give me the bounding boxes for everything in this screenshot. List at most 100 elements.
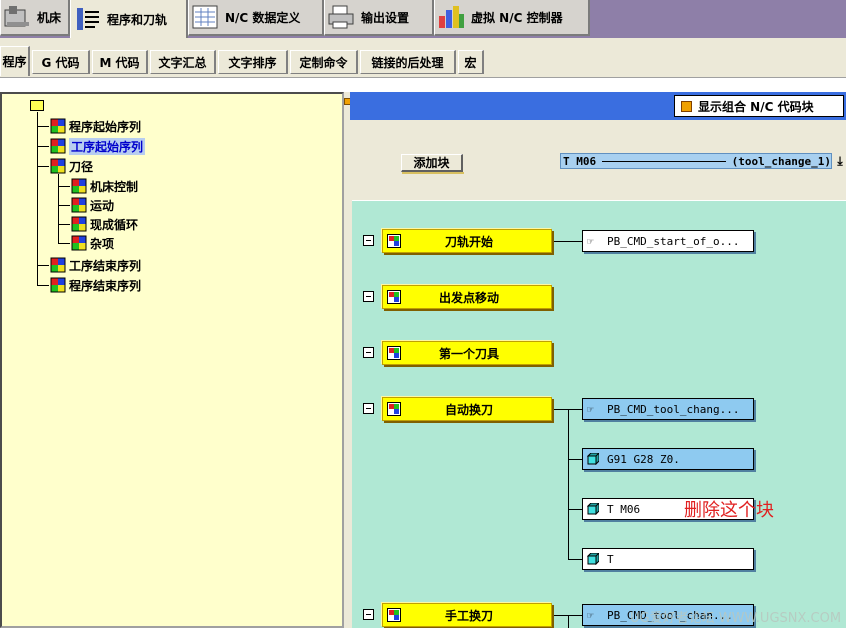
tab-label: 文字排序 <box>228 55 277 70</box>
tree-connector <box>37 146 49 147</box>
tab-label: 机床 <box>37 10 62 25</box>
block-text: PB_CMD_start_of_o... <box>607 234 740 248</box>
tree-item-label: 现成循环 <box>90 217 139 232</box>
block-text: G91 G28 Z0. <box>607 452 680 466</box>
checkbox-icon <box>681 100 692 112</box>
tree-item-operation-end[interactable]: 工序结束序列 <box>50 256 141 274</box>
block-cube-icon <box>586 551 601 566</box>
tree-connector <box>37 166 49 167</box>
machine-tool-icon <box>3 4 31 30</box>
tree-item-program-end[interactable]: 程序结束序列 <box>50 276 141 294</box>
tree-item-label: 工序结束序列 <box>69 258 142 273</box>
tab-g-code[interactable]: G 代码 <box>32 50 90 74</box>
tab-label: N/C 数据定义 <box>225 10 301 25</box>
nc-data-icon <box>191 4 219 30</box>
tab-custom-command[interactable]: 定制命令 <box>290 50 358 74</box>
tree-connector <box>58 243 70 244</box>
cube-icon <box>71 197 87 213</box>
tab-linked-posts[interactable]: 链接的后处理 <box>360 50 456 74</box>
tree-item-canned-cycles[interactable]: 现成循环 <box>71 215 138 233</box>
event-start-of-path[interactable]: 刀轨开始 <box>382 229 552 253</box>
hand-pointer-icon: ☞ <box>587 403 594 416</box>
tree-item-label: 运动 <box>90 198 115 213</box>
tab-label: 虚拟 N/C 控制器 <box>471 10 563 25</box>
tab-label: 输出设置 <box>361 10 410 25</box>
event-label: 手工换刀 <box>444 608 493 623</box>
event-icon <box>387 346 401 360</box>
tree-item-label: 工序起始序列 <box>69 137 146 155</box>
tab-nc-data[interactable]: N/C 数据定义 <box>188 0 324 36</box>
event-manual-tool-change[interactable]: 手工换刀 <box>382 603 552 627</box>
collapse-toggle[interactable] <box>363 347 374 358</box>
tree-item-motion[interactable]: 运动 <box>71 196 114 214</box>
block-text: T <box>607 552 614 566</box>
event-label: 自动换刀 <box>444 402 493 417</box>
tab-label: 程序和刀轨 <box>107 12 168 27</box>
hand-pointer-icon: ☞ <box>587 235 594 248</box>
connector-line <box>568 615 569 628</box>
tree-item-miscellaneous[interactable]: 杂项 <box>71 234 114 252</box>
tab-machine-tool[interactable]: 机床 <box>0 0 70 36</box>
separator-line <box>602 160 726 162</box>
event-first-tool[interactable]: 第一个刀具 <box>382 341 552 365</box>
tree-connector <box>37 285 49 286</box>
tab-word-summary[interactable]: 文字汇总 <box>150 50 216 74</box>
tree-connector <box>37 126 49 127</box>
tab-m-code[interactable]: M 代码 <box>92 50 148 74</box>
tree-item-toolpath[interactable]: 刀径 <box>50 157 93 175</box>
block-select-dropdown[interactable]: T M06 (tool_change_1) <box>560 153 832 169</box>
tree-item-machine-control[interactable]: 机床控制 <box>71 177 138 195</box>
program-tree-panel: 程序起始序列 工序起始序列 刀径 机床控制 运动 现成循环 杂项 工序结束序列 … <box>0 92 344 628</box>
tab-program[interactable]: 程序 <box>0 46 30 76</box>
block-cube-icon <box>586 451 601 466</box>
collapse-toggle[interactable] <box>363 291 374 302</box>
cube-icon <box>50 158 66 174</box>
tree-item-label: 程序结束序列 <box>69 278 142 293</box>
collapse-toggle[interactable] <box>363 609 374 620</box>
event-canvas: 刀轨开始 ☞ PB_CMD_start_of_o... 出发点移动 第一个刀具 … <box>352 200 846 628</box>
event-from-move[interactable]: 出发点移动 <box>382 285 552 309</box>
tab-label: 定制命令 <box>299 55 348 70</box>
add-block-button[interactable]: 添加块 <box>401 154 464 174</box>
nc-block[interactable]: G91 G28 Z0. <box>582 448 754 470</box>
event-icon <box>387 402 401 416</box>
connector-line <box>568 409 569 559</box>
event-auto-tool-change[interactable]: 自动换刀 <box>382 397 552 421</box>
tree-connector <box>58 224 70 225</box>
cube-icon <box>50 138 66 154</box>
command-block[interactable]: ☞ PB_CMD_tool_chang... <box>582 398 754 420</box>
block-cube-icon <box>586 501 601 516</box>
virtual-controller-icon <box>437 4 465 30</box>
watermark: UG爱好者论坛 WWW.UGSNX.COM <box>630 611 842 626</box>
download-arrow-icon[interactable]: ⤓ <box>834 153 846 169</box>
cube-icon <box>71 216 87 232</box>
tab-virtual-controller[interactable]: 虚拟 N/C 控制器 <box>434 0 590 36</box>
tab-label: 宏 <box>464 55 477 70</box>
connector-line <box>568 509 582 510</box>
tab-macro[interactable]: 宏 <box>458 50 484 74</box>
tree-item-label: 刀径 <box>69 159 94 174</box>
tree-item-label: 程序起始序列 <box>69 119 142 134</box>
cube-icon <box>50 118 66 134</box>
cube-icon <box>50 277 66 293</box>
block-text: PB_CMD_tool_chang... <box>607 402 740 416</box>
collapse-toggle[interactable] <box>363 403 374 414</box>
show-combined-blocks-toggle[interactable]: 显示组合 N/C 代码块 <box>674 95 844 117</box>
tab-output-settings[interactable]: 输出设置 <box>324 0 434 36</box>
tab-label: M 代码 <box>99 55 140 70</box>
tab-label: G 代码 <box>41 55 80 70</box>
program-toolpath-icon <box>73 6 101 32</box>
sub-tab-bar: 程序 G 代码 M 代码 文字汇总 文字排序 定制命令 链接的后处理 宏 <box>0 38 846 78</box>
tab-label: 链接的后处理 <box>371 55 444 70</box>
event-label: 出发点移动 <box>438 290 499 305</box>
tab-word-sequence[interactable]: 文字排序 <box>218 50 288 74</box>
tree-item-program-start[interactable]: 程序起始序列 <box>50 117 141 135</box>
nc-block[interactable]: T <box>582 548 754 570</box>
tab-program-toolpath[interactable]: 程序和刀轨 <box>70 0 188 38</box>
tree-item-operation-start[interactable]: 工序起始序列 <box>50 137 146 155</box>
folder-icon[interactable] <box>30 100 44 111</box>
collapse-toggle[interactable] <box>363 235 374 246</box>
block-select-right: (tool_change_1) <box>731 154 831 168</box>
main-tab-bar: 机床 程序和刀轨 N/C 数据定义 输出设置 虚拟 N/C 控制器 <box>0 0 846 38</box>
command-block[interactable]: ☞ PB_CMD_start_of_o... <box>582 230 754 252</box>
